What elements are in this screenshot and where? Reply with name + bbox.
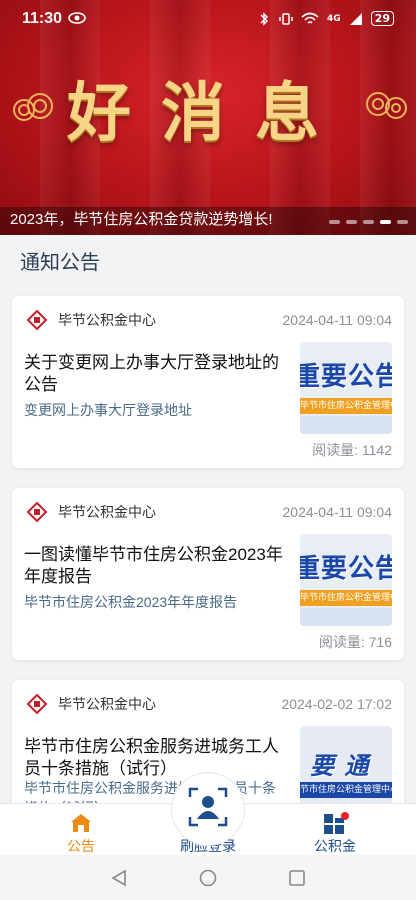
carousel-indicator	[329, 220, 408, 224]
notice-thumbnail[interactable]: 重要公告 毕节市住房公积金管理中心	[300, 342, 392, 434]
org-logo-icon	[26, 502, 48, 522]
read-count-value: 716	[368, 634, 392, 650]
network-type: 4G	[327, 13, 341, 24]
banner-caption: 2023年，毕节住房公积金贷款逆势增长!	[10, 211, 273, 228]
notice-summary: 毕节市住房公积金2023年年度报告	[24, 594, 238, 610]
thumbnail-strip: 节市住房公积金管理中心	[300, 782, 392, 798]
eye-icon	[68, 12, 86, 24]
notice-date: 2024-04-11 09:04	[282, 312, 393, 328]
notice-title[interactable]: 关于变更网上办事大厅登录地址的公告	[24, 352, 286, 396]
thumbnail-band	[300, 608, 392, 626]
nav-item-notices[interactable]: 公告	[41, 810, 121, 856]
carousel-dot[interactable]	[363, 220, 374, 224]
status-time: 11:30	[22, 10, 63, 27]
vibrate-icon	[279, 12, 293, 25]
carousel-dot-active[interactable]	[380, 220, 391, 224]
home-icon	[71, 814, 91, 832]
notice-date: 2024-04-11 09:04	[282, 504, 393, 520]
notice-org: 毕节公积金中心	[26, 694, 156, 714]
thumbnail-band	[300, 416, 392, 434]
notice-summary: 毕节市住房公积金服务进城务工人员十条措施（试行）	[24, 780, 276, 804]
carousel-dot[interactable]	[346, 220, 357, 224]
nav-label: 公积金	[314, 838, 356, 854]
org-logo-icon	[26, 310, 48, 330]
back-icon[interactable]	[110, 869, 128, 887]
org-name: 毕节公积金中心	[58, 696, 156, 712]
thumbnail-text: 重要公告	[300, 362, 392, 392]
bluetooth-icon	[260, 11, 269, 26]
recents-icon[interactable]	[288, 869, 306, 887]
read-count: 阅读量: 1142	[312, 440, 392, 460]
face-login-button[interactable]	[172, 773, 244, 845]
thumbnail-strip: 毕节市住房公积金管理中心	[300, 398, 392, 414]
notice-title[interactable]: 毕节市住房公积金服务进城务工人员十条措施（试行）	[24, 736, 286, 780]
read-count-label: 阅读量:	[318, 634, 365, 650]
wifi-icon	[301, 12, 319, 24]
org-name: 毕节公积金中心	[58, 312, 156, 328]
carousel-dot[interactable]	[329, 220, 340, 224]
thumbnail-text: 要 通	[310, 752, 370, 780]
org-name: 毕节公积金中心	[58, 504, 156, 520]
read-count: 阅读量: 716	[319, 632, 392, 652]
system-nav-bar	[0, 855, 416, 900]
battery-level: 29	[370, 11, 394, 26]
notice-title[interactable]: 一图读懂毕节市住房公积金2023年年度报告	[24, 544, 286, 588]
home-circle-icon[interactable]	[199, 869, 217, 887]
banner-headline: 好消息	[67, 76, 349, 151]
face-scan-icon	[188, 787, 228, 827]
notice-org: 毕节公积金中心	[26, 310, 156, 330]
section-title: 通知公告	[20, 252, 100, 274]
signal-icon	[349, 12, 362, 25]
read-count-label: 阅读量:	[312, 442, 358, 458]
notice-date: 2024-02-02 17:02	[281, 696, 392, 712]
thumbnail-text: 重要公告	[300, 554, 392, 584]
notice-thumbnail[interactable]: 要 通 节市住房公积金管理中心	[300, 726, 392, 804]
notice-card[interactable]: 毕节公积金中心 2024-04-11 09:04 一图读懂毕节市住房公积金202…	[12, 488, 404, 660]
notice-summary: 变更网上办事大厅登录地址	[24, 402, 192, 418]
nav-label: 公告	[67, 838, 95, 854]
read-count-value: 1142	[361, 442, 392, 458]
hero-banner[interactable]: 好消息 11:30 4G 29 2023年，毕节住房公积金贷款逆势增长!	[0, 0, 416, 235]
notice-card[interactable]: 毕节公积金中心 2024-04-11 09:04 关于变更网上办事大厅登录地址的…	[12, 296, 404, 468]
thumbnail-strip: 毕节市住房公积金管理中心	[300, 590, 392, 606]
dashboard-icon	[324, 812, 349, 834]
notice-org: 毕节公积金中心	[26, 502, 156, 522]
status-bar: 11:30 4G 29	[0, 0, 416, 40]
notice-thumbnail[interactable]: 重要公告 毕节市住房公积金管理中心	[300, 534, 392, 626]
org-logo-icon	[26, 694, 48, 714]
carousel-dot[interactable]	[397, 220, 408, 224]
nav-item-fund[interactable]: 公积金	[295, 810, 375, 856]
